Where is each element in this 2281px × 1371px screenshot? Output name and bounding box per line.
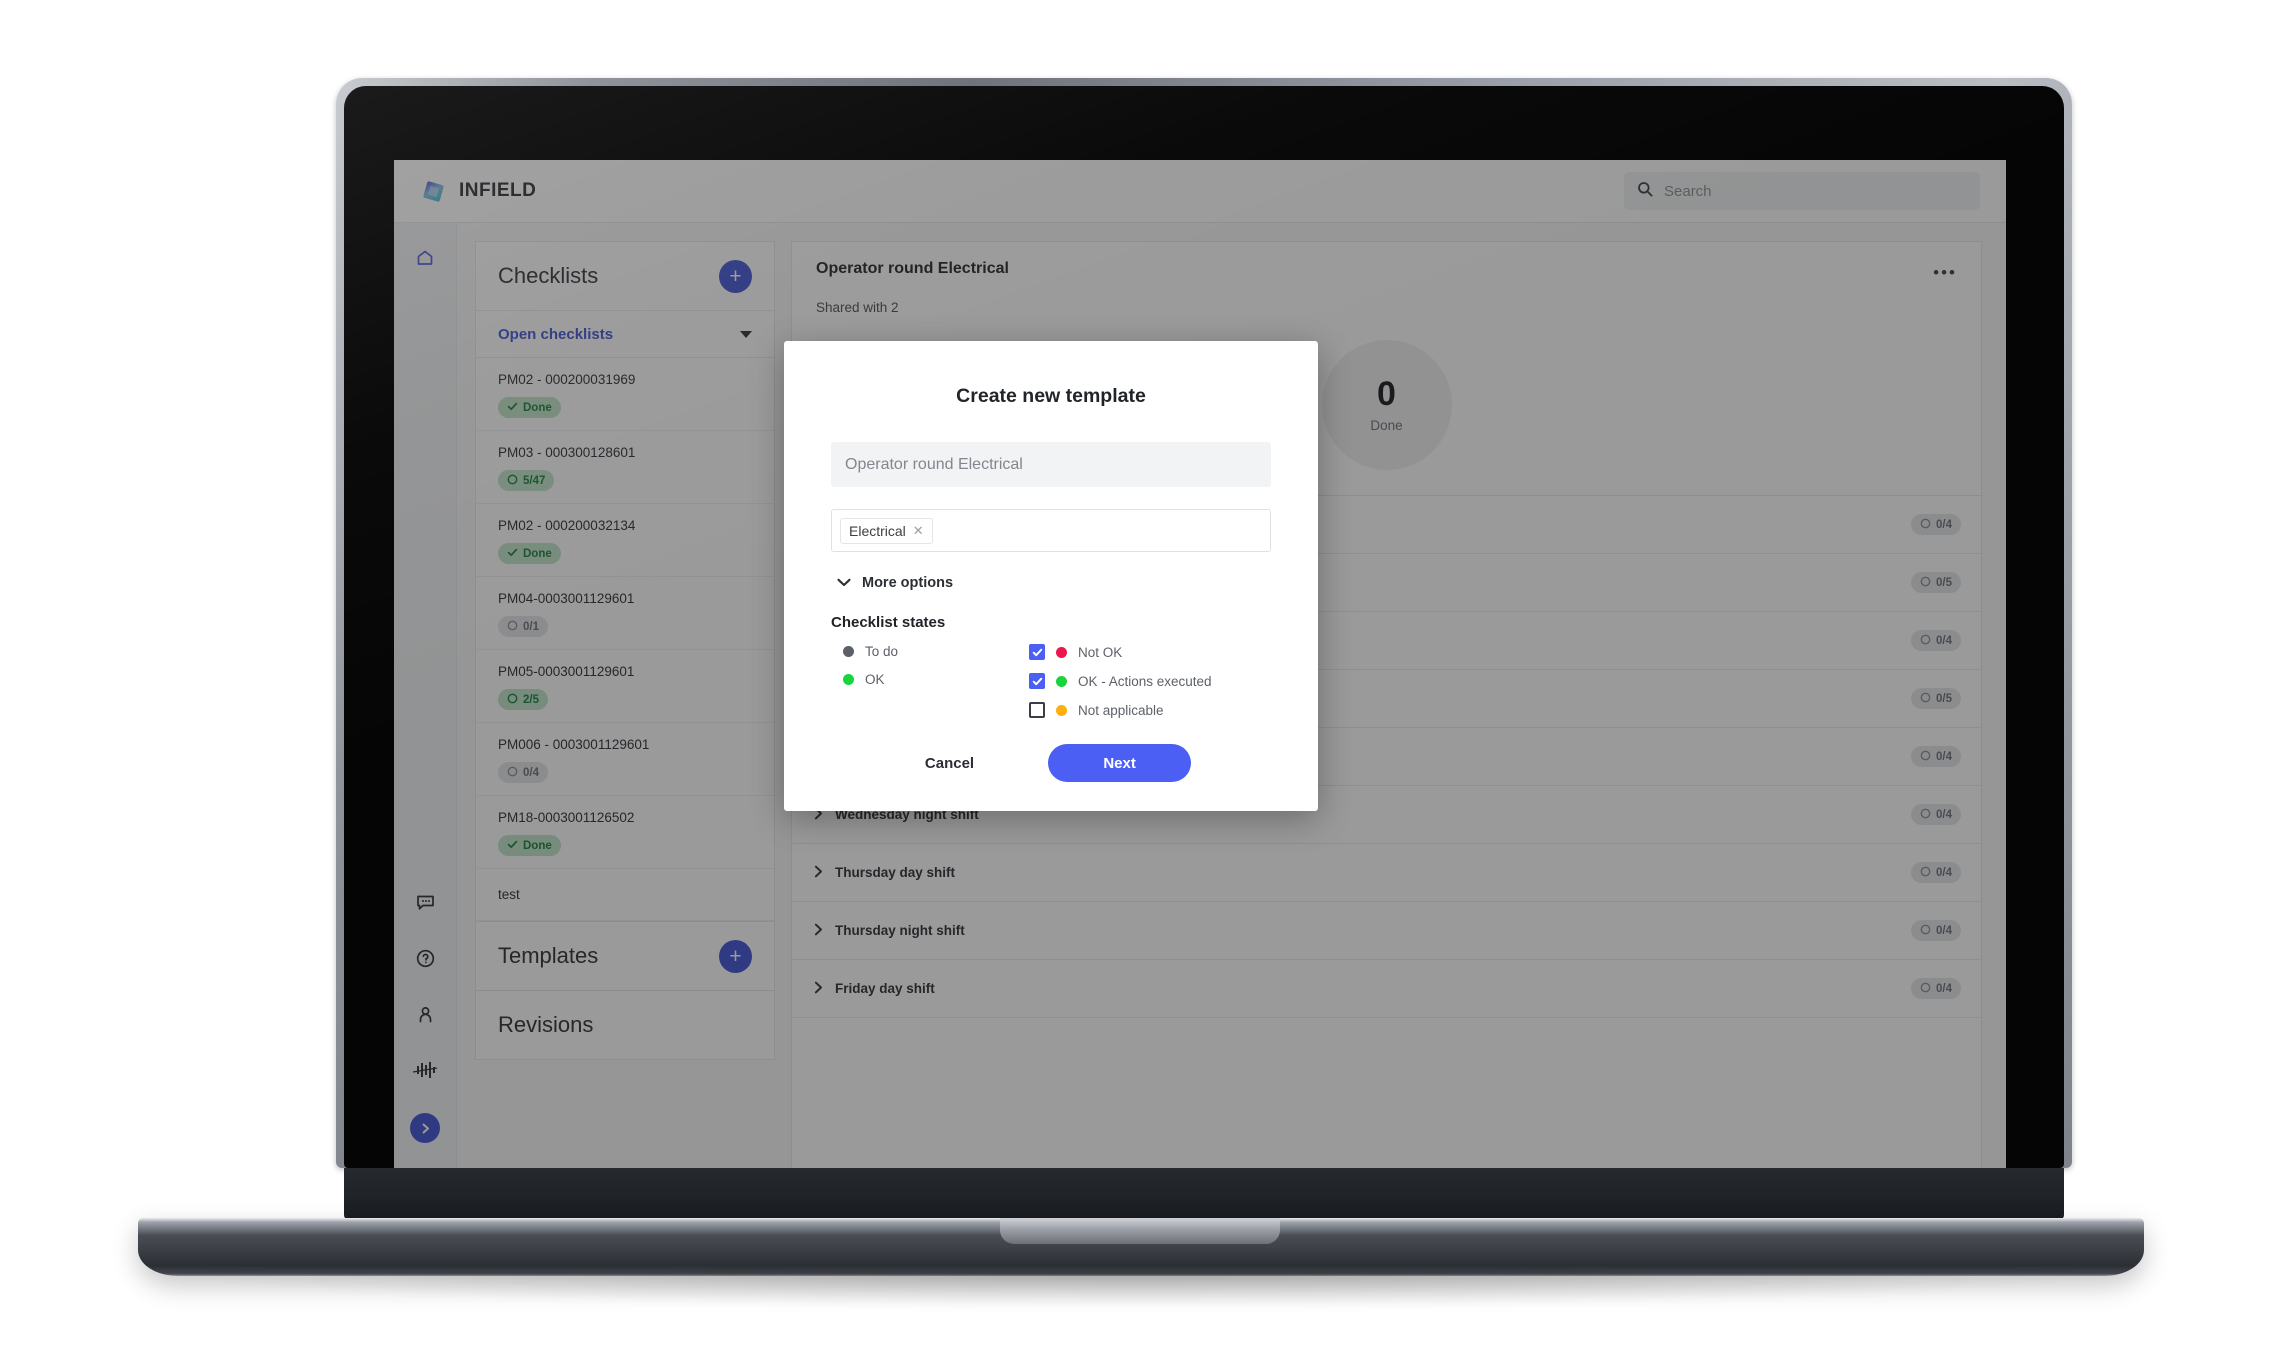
state-label: OK — [865, 672, 885, 687]
state-label: OK - Actions executed — [1078, 673, 1212, 689]
state-color-dot — [843, 646, 854, 657]
state-checkbox[interactable] — [1029, 673, 1045, 689]
template-name-placeholder: Operator round Electrical — [845, 455, 1023, 473]
checklist-states: To do OK Not OK OK - Actions executed Not a… — [831, 644, 1271, 718]
state-color-dot — [1056, 704, 1067, 716]
state-checkbox[interactable] — [1029, 644, 1045, 660]
states-column-right: Not OK OK - Actions executed Not applicabl… — [1029, 644, 1212, 718]
state-option: Not applicable — [1029, 702, 1212, 718]
screen-viewport: INFIELD Search Checklists + Open checkli… — [394, 160, 2006, 1176]
template-name-input[interactable]: Operator round Electrical — [831, 442, 1271, 487]
tag-chip[interactable]: Electrical ✕ — [840, 517, 933, 544]
state-color-dot — [1056, 675, 1067, 687]
checklist-states-title: Checklist states — [831, 614, 946, 631]
state-option: OK - Actions executed — [1029, 673, 1212, 689]
state-label: To do — [865, 644, 899, 659]
dialog-title: Create new template — [956, 385, 1146, 407]
laptop-shadow — [190, 1272, 2090, 1308]
close-icon[interactable]: ✕ — [913, 523, 924, 539]
tags-input[interactable]: Electrical ✕ — [831, 509, 1271, 552]
state-color-dot — [1056, 646, 1067, 658]
tag-label: Electrical — [849, 522, 906, 539]
state-color-dot — [843, 674, 854, 685]
more-options-label: More options — [862, 575, 954, 591]
chevron-down-icon — [837, 574, 851, 592]
state-option: Not OK — [1029, 644, 1212, 660]
create-template-dialog: Create new template Operator round Elect… — [784, 341, 1318, 811]
laptop-base-lip — [344, 1168, 2064, 1220]
cancel-button[interactable]: Cancel — [911, 747, 988, 780]
state-checkbox[interactable] — [1029, 702, 1045, 718]
more-options-toggle[interactable]: More options — [831, 574, 1271, 592]
state-label: Not applicable — [1078, 702, 1164, 718]
next-button[interactable]: Next — [1048, 744, 1192, 782]
laptop-notch — [1000, 1218, 1280, 1244]
state-option: To do — [843, 644, 1029, 659]
states-column-left: To do OK — [831, 644, 1029, 718]
dialog-actions: Cancel Next — [831, 744, 1271, 782]
state-option: OK — [843, 672, 1029, 687]
state-label: Not OK — [1078, 644, 1123, 660]
screenshot-stage: INFIELD Search Checklists + Open checkli… — [0, 0, 2281, 1371]
